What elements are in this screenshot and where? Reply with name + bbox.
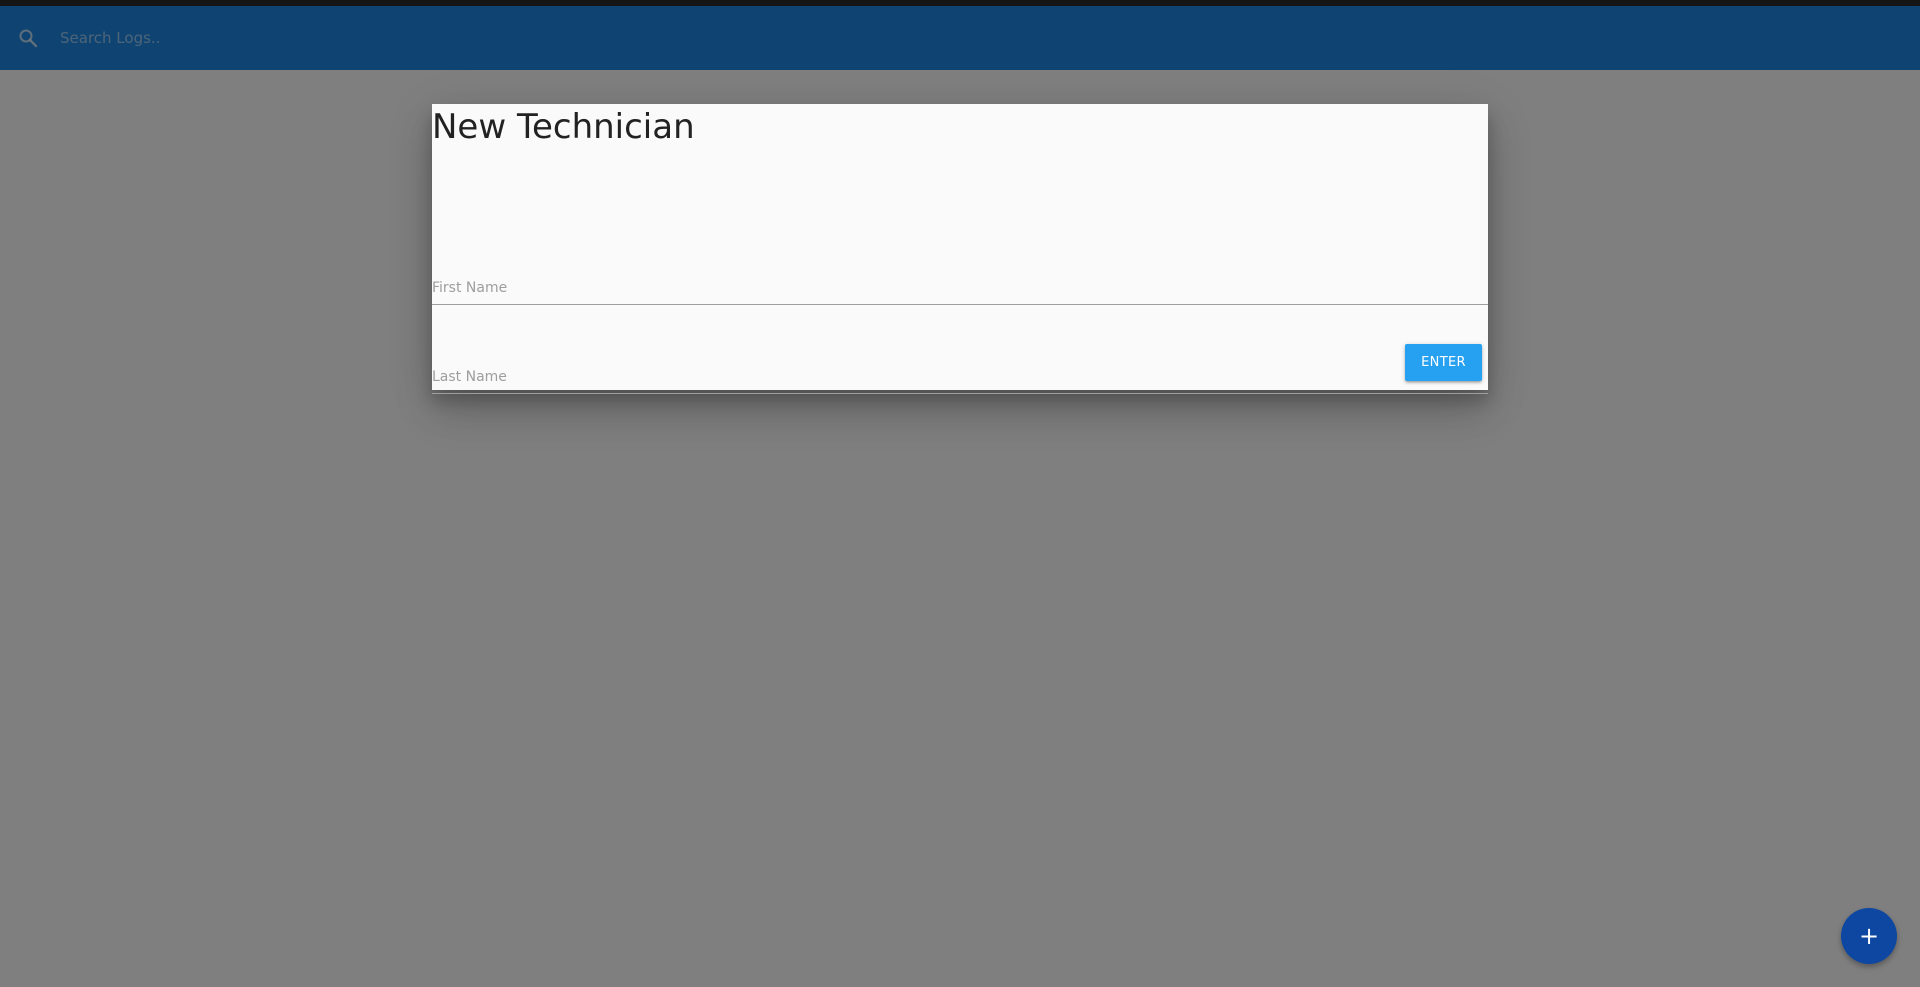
last-name-input[interactable]: [432, 350, 1488, 393]
last-name-field: [432, 350, 1488, 394]
enter-button[interactable]: ENTER: [1405, 344, 1482, 381]
new-technician-modal: New Technician ENTER: [432, 104, 1488, 394]
add-fab-button[interactable]: +: [1841, 908, 1897, 964]
modal-title: New Technician: [432, 107, 695, 147]
first-name-input[interactable]: [432, 261, 1488, 304]
first-name-field: [432, 261, 1488, 305]
plus-icon: +: [1858, 922, 1880, 950]
